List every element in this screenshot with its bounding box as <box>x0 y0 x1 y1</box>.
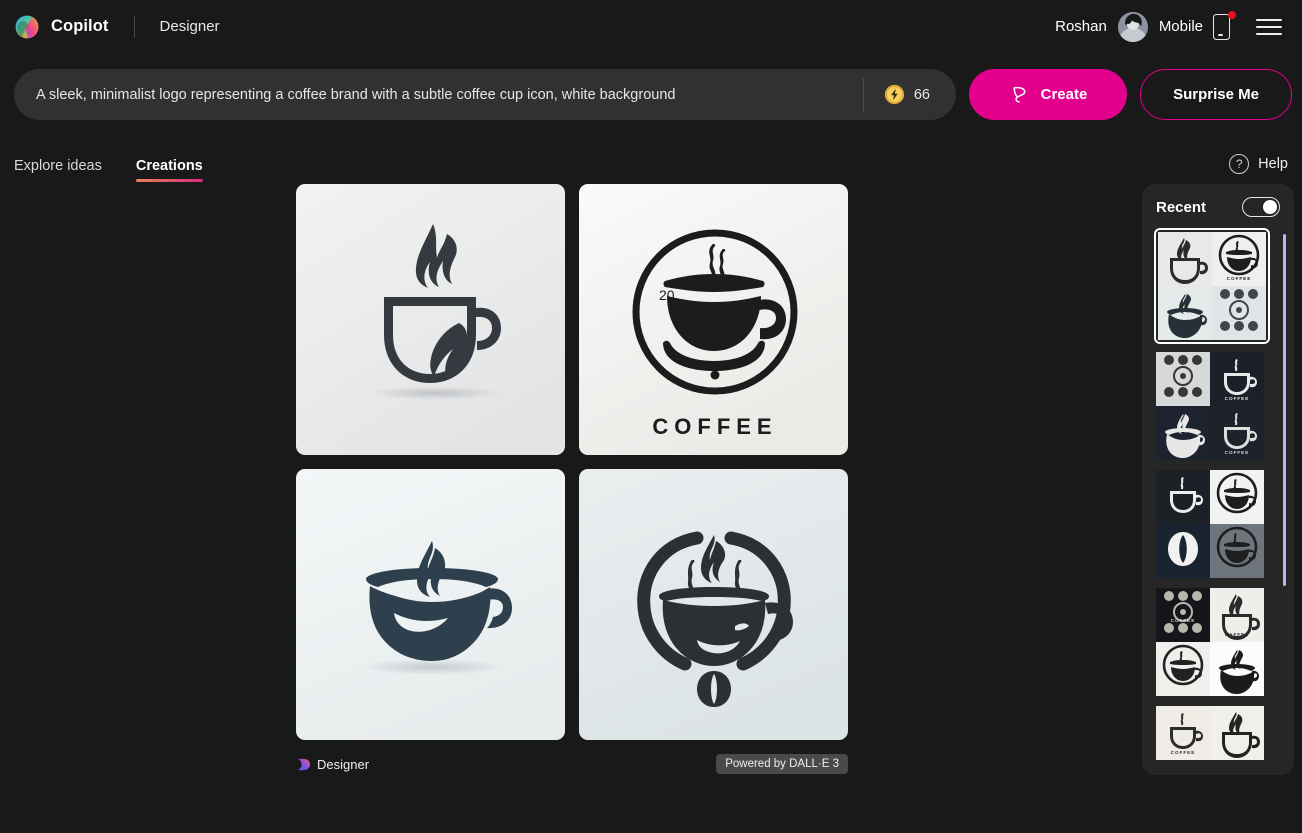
thumb-dark-swirl-cup[interactable] <box>1156 406 1210 460</box>
thumb-light-circle-leaf-cup[interactable] <box>1210 470 1264 524</box>
svg-text:COFFEE: COFFEE <box>1225 450 1250 455</box>
thumb-cup-circle-coffee[interactable]: COFFEE <box>1212 232 1266 286</box>
designer-label: Designer <box>317 756 370 772</box>
results-grid-wrapper: 20 COFFEE <box>296 184 848 740</box>
results-footer: Designer Powered by DALL·E 3 <box>296 754 848 774</box>
header-actions: Roshan Mobile <box>1055 10 1288 42</box>
tab-bar: Explore ideas Creations ? Help <box>0 144 1302 184</box>
mobile-phone-button[interactable] <box>1212 10 1236 42</box>
thumb-cup-leaf-light[interactable] <box>1158 232 1212 286</box>
powered-by-badge: Powered by DALL·E 3 <box>716 754 848 774</box>
mobile-phone-icon <box>1213 13 1230 40</box>
token-balance[interactable]: 66 <box>864 69 956 120</box>
help-button[interactable]: ? Help <box>1229 154 1288 184</box>
thumb-dark-simple-cup[interactable] <box>1156 470 1210 524</box>
thumb-dark-bean-lines[interactable] <box>1156 524 1210 578</box>
copilot-swirl-icon <box>14 14 40 40</box>
mobile-label: Mobile <box>1158 18 1203 35</box>
recent-toggle-knob <box>1263 199 1277 214</box>
recent-group[interactable]: COFFEE <box>1154 228 1270 344</box>
help-label: Help <box>1258 156 1288 172</box>
recent-scroll-area[interactable]: COFFEE COFFEE COFFEE COFFEE KAFFEE COFFE… <box>1154 228 1286 775</box>
result-tile-coffee-bowl-swirl-logo[interactable] <box>296 469 565 740</box>
brand-divider <box>133 15 135 38</box>
thumb-cup-ring-bean[interactable] <box>1212 286 1266 340</box>
recent-group[interactable]: COFFEE KAFFEE <box>1156 588 1264 696</box>
brand-title: Copilot <box>51 17 109 35</box>
thumb-gradient-small-cup[interactable] <box>1210 524 1264 578</box>
svg-text:COFFEE: COFFEE <box>1227 276 1252 281</box>
content-area: 20 COFFEE Designer Powered by DALL·E 3 R… <box>0 184 1302 824</box>
svg-text:COFFEE: COFFEE <box>1225 396 1250 401</box>
surprise-me-button[interactable]: Surprise Me <box>1140 69 1292 120</box>
create-button[interactable]: Create <box>969 69 1127 120</box>
notification-dot <box>1228 10 1236 19</box>
wand-icon <box>1009 84 1030 105</box>
recent-toggle[interactable] <box>1242 197 1280 217</box>
create-button-label: Create <box>1040 86 1088 103</box>
thumb-dark-coffee-label[interactable]: COFFEE <box>1210 406 1264 460</box>
result-tile-coffee-cup-leaf-flame-logo[interactable] <box>296 184 565 455</box>
result-tile-coffee-ring-bean-logo[interactable] <box>579 469 848 740</box>
thumb-kaffee-leaf-light[interactable]: KAFFEE <box>1210 588 1264 642</box>
sub-brand-title: Designer <box>159 18 220 35</box>
app-header: Copilot Designer Roshan Mobile <box>0 0 1302 53</box>
user-name: Roshan <box>1055 18 1107 35</box>
brand-block: Copilot Designer <box>14 14 220 40</box>
recent-group[interactable] <box>1156 470 1264 578</box>
recent-group[interactable]: COFFEE <box>1156 706 1264 760</box>
recent-scrollbar[interactable] <box>1283 234 1286 586</box>
tile-caption: COFFEE <box>652 414 777 439</box>
hamburger-menu-icon[interactable] <box>1256 17 1282 37</box>
svg-text:KAFFEE: KAFFEE <box>1225 632 1249 637</box>
thumb-cup-swirl[interactable] <box>1158 286 1212 340</box>
result-tile-coffee-circle-badge-logo[interactable]: 20 COFFEE <box>579 184 848 455</box>
prompt-bar: A sleek, minimalist logo representing a … <box>0 69 1302 120</box>
thumb-coffee-house-badge[interactable]: COFFEE <box>1156 706 1210 760</box>
thumb-smiley-cup-light[interactable] <box>1156 352 1210 406</box>
question-mark-icon: ? <box>1229 154 1250 174</box>
recent-panel: Recent COFFEE COFFEE COFFEE COFFEE KAFFE… <box>1142 184 1294 775</box>
thumb-cup-leaf-crest[interactable] <box>1210 706 1264 760</box>
prompt-input[interactable]: A sleek, minimalist logo representing a … <box>14 87 863 103</box>
tab-creations[interactable]: Creations <box>135 158 203 184</box>
avatar[interactable] <box>1117 11 1148 42</box>
designer-gradient-icon <box>296 757 311 772</box>
thumb-flame-bowl-white[interactable] <box>1210 642 1264 696</box>
designer-attribution: Designer <box>296 757 369 772</box>
prompt-field[interactable]: A sleek, minimalist logo representing a … <box>14 69 956 120</box>
recent-group[interactable]: COFFEE COFFEE <box>1156 352 1264 460</box>
tab-explore-ideas[interactable]: Explore ideas <box>14 158 102 184</box>
recent-header: Recent <box>1156 197 1284 217</box>
token-count: 66 <box>913 86 930 103</box>
svg-text:COFFEE: COFFEE <box>1171 618 1196 623</box>
results-grid: 20 COFFEE <box>296 184 848 740</box>
thumb-monogram-cup-set[interactable] <box>1156 642 1210 696</box>
recent-title: Recent <box>1156 198 1207 216</box>
coin-boost-icon <box>884 84 905 105</box>
thumb-dark-cup-coffee[interactable]: COFFEE <box>1210 352 1264 406</box>
svg-text:COFFEE: COFFEE <box>1171 750 1196 755</box>
thumb-brand-sheet-dark[interactable]: COFFEE <box>1156 588 1210 642</box>
